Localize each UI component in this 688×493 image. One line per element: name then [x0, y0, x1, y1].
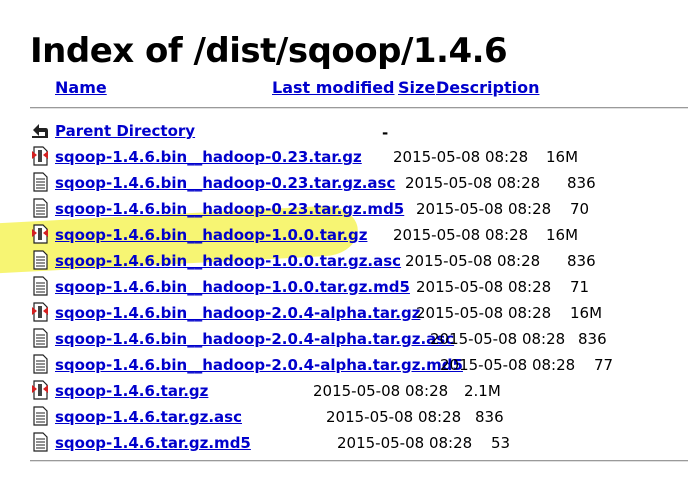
file-date: 2015-05-08 08:28 [326, 408, 462, 426]
file-link[interactable]: sqoop-1.4.6.bin__hadoop-1.0.0.tar.gz.md5 [55, 278, 410, 296]
column-header-name[interactable]: Name [55, 78, 107, 97]
file-link[interactable]: sqoop-1.4.6.bin__hadoop-2.0.4-alpha.tar.… [55, 304, 420, 322]
file-row: sqoop-1.4.6.bin__hadoop-1.0.0.tar.gz 2015… [0, 222, 688, 248]
file-size: 77 [594, 356, 614, 374]
back-arrow-icon [31, 120, 49, 140]
text-file-icon [31, 432, 49, 452]
file-date: 2015-05-08 08:28 [416, 304, 552, 322]
file-size: 53 [491, 434, 511, 452]
file-date: 2015-05-08 08:28 [313, 382, 449, 400]
file-date: 2015-05-08 08:28 [416, 278, 552, 296]
file-link[interactable]: sqoop-1.4.6.tar.gz.asc [55, 408, 242, 426]
parent-size: - [382, 124, 389, 142]
file-date: 2015-05-08 08:28 [337, 434, 473, 452]
file-date: 2015-05-08 08:28 [440, 356, 576, 374]
file-link[interactable]: sqoop-1.4.6.tar.gz.md5 [55, 434, 251, 452]
file-size: 16M [570, 304, 603, 322]
file-size: 836 [567, 174, 596, 192]
file-size: 71 [570, 278, 590, 296]
parent-directory-link[interactable]: Parent Directory [55, 122, 195, 140]
parent-directory-row: Parent Directory [0, 118, 688, 144]
file-size: 836 [475, 408, 504, 426]
file-size: 836 [567, 252, 596, 270]
file-link[interactable]: sqoop-1.4.6.bin__hadoop-2.0.4-alpha.tar.… [55, 330, 454, 348]
column-header-description[interactable]: Description [436, 78, 539, 97]
text-file-icon [31, 406, 49, 426]
file-row: sqoop-1.4.6.bin__hadoop-1.0.0.tar.gz.asc… [0, 248, 688, 274]
file-row: sqoop-1.4.6.tar.gz.asc 2015-05-08 08:28 83… [0, 404, 688, 430]
archive-icon [31, 146, 49, 166]
file-link[interactable]: sqoop-1.4.6.tar.gz [55, 382, 208, 400]
file-date: 2015-05-08 08:28 [405, 252, 541, 270]
file-date: 2015-05-08 08:28 [405, 174, 541, 192]
file-link[interactable]: sqoop-1.4.6.bin__hadoop-0.23.tar.gz.asc [55, 174, 395, 192]
archive-icon [31, 380, 49, 400]
file-size: 70 [570, 200, 590, 218]
archive-icon [31, 224, 49, 244]
file-row: sqoop-1.4.6.bin__hadoop-2.0.4-alpha.tar.… [0, 300, 688, 326]
file-date: 2015-05-08 08:28 [416, 200, 552, 218]
file-row: sqoop-1.4.6.bin__hadoop-1.0.0.tar.gz.md5… [0, 274, 688, 300]
text-file-icon [31, 198, 49, 218]
file-date: 2015-05-08 08:28 [393, 148, 529, 166]
text-file-icon [31, 328, 49, 348]
text-file-icon [31, 354, 49, 374]
text-file-icon [31, 250, 49, 270]
file-size: 2.1M [464, 382, 501, 400]
header-divider [30, 107, 688, 109]
file-link[interactable]: sqoop-1.4.6.bin__hadoop-0.23.tar.gz.md5 [55, 200, 404, 218]
file-row: sqoop-1.4.6.tar.gz 2015-05-08 08:28 2.1M [0, 378, 688, 404]
file-size: 836 [578, 330, 607, 348]
file-date: 2015-05-08 08:28 [430, 330, 566, 348]
file-link[interactable]: sqoop-1.4.6.bin__hadoop-2.0.4-alpha.tar.… [55, 356, 463, 374]
column-header-last-modified[interactable]: Last modified [272, 78, 395, 97]
file-row: sqoop-1.4.6.bin__hadoop-0.23.tar.gz.md5 2… [0, 196, 688, 222]
footer-divider [30, 460, 688, 462]
archive-icon [31, 302, 49, 322]
file-link[interactable]: sqoop-1.4.6.bin__hadoop-1.0.0.tar.gz.asc [55, 252, 401, 270]
text-file-icon [31, 172, 49, 192]
column-header-size[interactable]: Size [398, 78, 435, 97]
file-link[interactable]: sqoop-1.4.6.bin__hadoop-0.23.tar.gz [55, 148, 362, 166]
file-row: sqoop-1.4.6.bin__hadoop-0.23.tar.gz 2015-… [0, 144, 688, 170]
file-row: sqoop-1.4.6.bin__hadoop-2.0.4-alpha.tar.… [0, 352, 688, 378]
file-row: sqoop-1.4.6.tar.gz.md5 2015-05-08 08:28 53 [0, 430, 688, 456]
file-size: 16M [546, 226, 579, 244]
file-date: 2015-05-08 08:28 [393, 226, 529, 244]
page-title: Index of /dist/sqoop/1.4.6 [30, 30, 508, 71]
file-row: sqoop-1.4.6.bin__hadoop-2.0.4-alpha.tar.… [0, 326, 688, 352]
file-row: sqoop-1.4.6.bin__hadoop-0.23.tar.gz.asc 2… [0, 170, 688, 196]
file-size: 16M [546, 148, 579, 166]
text-file-icon [31, 276, 49, 296]
file-link[interactable]: sqoop-1.4.6.bin__hadoop-1.0.0.tar.gz [55, 226, 367, 244]
